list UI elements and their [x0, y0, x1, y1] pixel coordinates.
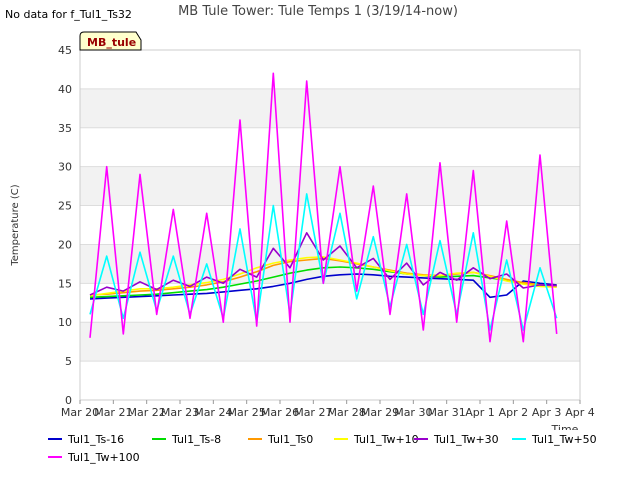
temperature-chart: No data for f_Tul1_Ts32 MB Tule Tower: T… [5, 4, 597, 464]
no-data-note: No data for f_Tul1_Ts32 [5, 8, 132, 21]
y-tick-label: 5 [65, 355, 72, 368]
x-tick-label: Apr 2 [499, 406, 529, 419]
x-tick-label: Apr 1 [465, 406, 495, 419]
grid-band [80, 166, 580, 206]
x-tick-label: Apr 4 [565, 406, 595, 419]
legend-label: Tul1_Tw+100 [67, 451, 140, 464]
y-tick-label: 20 [58, 238, 72, 251]
y-tick-label: 30 [58, 161, 72, 174]
legend-label: Tul1_Ts0 [267, 433, 313, 446]
y-tick-label: 40 [58, 83, 72, 96]
legend: Tul1_Ts-16 Tul1_Ts-8 Tul1_Ts0 Tul1_Tw+10 Tul… [48, 433, 597, 464]
legend-label: Tul1_Tw+10 [353, 433, 419, 446]
legend-label: Tul1_Ts-8 [171, 433, 221, 446]
station-tag-label: MB_tule [87, 36, 136, 49]
x-tick-label: Apr 3 [532, 406, 562, 419]
y-tick-label: 35 [58, 122, 72, 135]
chart-title: MB Tule Tower: Tule Temps 1 (3/19/14-now… [178, 4, 458, 19]
y-tick-label: 25 [58, 200, 72, 213]
grid-band [80, 322, 580, 362]
legend-label: Tul1_Ts-16 [67, 433, 124, 446]
y-tick-label: 15 [58, 277, 72, 290]
legend-label: Tul1_Tw+30 [433, 433, 499, 446]
y-axis-label: Temperature (C) [10, 184, 21, 266]
grid-band [80, 88, 580, 128]
legend-label: Tul1_Tw+50 [531, 433, 597, 446]
station-tag: MB_tule [79, 31, 142, 51]
y-tick-label: 10 [58, 316, 72, 329]
x-tick-label: Mar 31 [428, 406, 466, 419]
y-tick-label: 45 [58, 44, 72, 57]
